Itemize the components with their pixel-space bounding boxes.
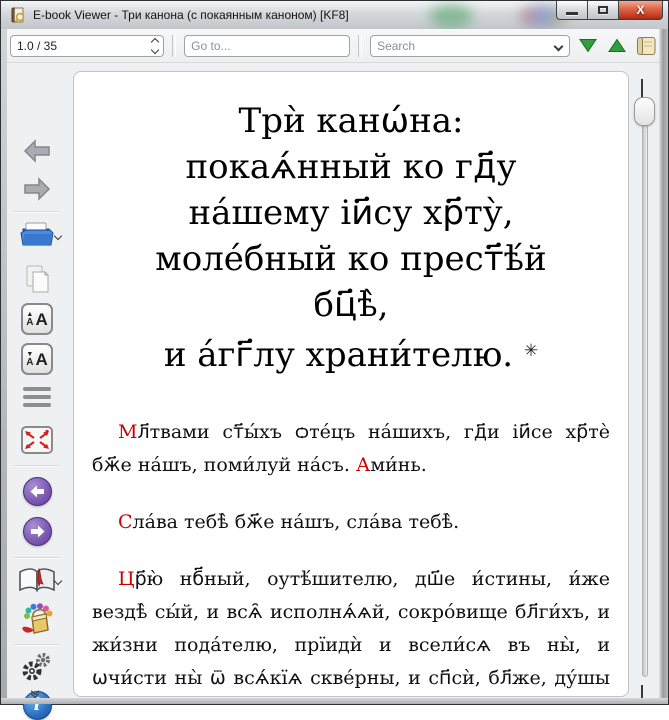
open-ebook-icon xyxy=(19,219,55,251)
chevron-down-icon xyxy=(54,577,62,585)
table-of-contents-button[interactable] xyxy=(2,387,72,407)
paint-bucket-icon xyxy=(19,603,55,637)
chevron-up-icon xyxy=(641,79,643,98)
maximize-icon xyxy=(598,6,608,14)
open-ebook-dropdown[interactable] xyxy=(55,233,61,239)
spin-down-icon xyxy=(151,45,159,53)
previous-page-button[interactable] xyxy=(2,477,72,506)
toc-lines-icon xyxy=(23,387,51,407)
find-next-button[interactable] xyxy=(576,33,599,59)
initial-letter: А xyxy=(356,454,370,476)
aero-glass-reflection xyxy=(429,4,473,28)
book-heading: Трѝ канѡ́на: покаѧ́нный ко гд҃у на́шему … xyxy=(92,98,610,378)
spinner-stepper[interactable] xyxy=(152,39,158,53)
initial-letter: Ц xyxy=(118,568,135,590)
goto-input[interactable] xyxy=(184,35,350,57)
copy-pages-icon xyxy=(21,263,53,295)
find-next-icon xyxy=(579,38,597,53)
goto-field-wrap xyxy=(184,35,350,57)
footnote-star-icon: ✳ xyxy=(524,341,538,361)
heading-line: Трѝ канѡ́на: xyxy=(92,98,610,144)
close-button[interactable]: X xyxy=(619,1,663,20)
page-number-spinner[interactable] xyxy=(10,35,164,57)
previous-page-icon xyxy=(23,477,52,506)
font-larger-icon: ▲AA xyxy=(21,303,53,335)
scroll-up-button[interactable] xyxy=(641,79,643,97)
scroll-icon xyxy=(635,34,659,58)
window-border-bottom xyxy=(1,698,668,704)
heading-line: и а́гг҃лу храни́телю. ✳ xyxy=(92,328,610,378)
copy-button[interactable] xyxy=(2,263,72,295)
maximize-button[interactable] xyxy=(587,1,619,20)
forward-arrow-icon xyxy=(23,177,51,201)
sidebar-separator xyxy=(14,465,60,467)
window-title: E-book Viewer - Три канона (с покаянным … xyxy=(33,8,349,22)
find-previous-button[interactable] xyxy=(606,33,629,59)
spin-up-icon xyxy=(151,37,159,45)
heading-line: покаѧ́нный ко гд҃у xyxy=(92,144,610,190)
bookmark-dropdown[interactable] xyxy=(55,578,61,584)
sidebar-separator xyxy=(14,557,60,559)
app-book-icon xyxy=(9,6,27,24)
forward-button[interactable] xyxy=(2,177,72,201)
sidebar-separator xyxy=(14,211,60,213)
heading-line: на́шему іи҃су хр҃ту̀, xyxy=(92,190,610,236)
window-controls: X xyxy=(556,1,663,20)
gears-icon xyxy=(20,651,54,683)
page-slider-thumb[interactable] xyxy=(634,97,655,126)
back-button[interactable] xyxy=(2,139,72,163)
bookmark-book-icon xyxy=(17,565,57,595)
window-border-left xyxy=(1,29,7,704)
chevron-down-icon xyxy=(54,232,62,240)
preferences-button[interactable] xyxy=(2,651,72,683)
prayer-paragraph: Цр҃ю̀ нб҃ный, оутѣ́шителю, дш҃е и́стины,… xyxy=(92,563,610,697)
top-toolbar xyxy=(2,29,667,63)
window-border-right xyxy=(659,29,668,704)
fullscreen-icon xyxy=(20,425,54,455)
side-toolbar: ▲AA ▼AA xyxy=(2,63,72,697)
next-page-icon xyxy=(23,517,52,546)
initial-letter: М xyxy=(118,421,137,443)
load-theme-button[interactable] xyxy=(2,603,72,637)
minimize-icon xyxy=(566,12,578,15)
search-input[interactable] xyxy=(370,35,570,57)
initial-letter: С xyxy=(118,511,133,533)
back-arrow-icon xyxy=(23,139,51,163)
find-previous-icon xyxy=(608,38,626,53)
font-smaller-icon: ▼AA xyxy=(21,343,53,375)
toc-toggle-button[interactable] xyxy=(635,33,659,59)
heading-line: бц҃ѣ̀, xyxy=(92,282,610,328)
search-combobox[interactable] xyxy=(370,35,570,57)
font-size-smaller-button[interactable]: ▼AA xyxy=(2,343,72,375)
title-bar[interactable]: E-book Viewer - Три канона (с покаянным … xyxy=(1,1,668,30)
page-slider-track[interactable] xyxy=(642,97,648,677)
fullscreen-button[interactable] xyxy=(2,425,72,455)
font-size-larger-button[interactable]: ▲AA xyxy=(2,303,72,335)
prayer-paragraph: Сла́ва тебѣ̀ бж҃е на́шъ, сла́ва тебѣ̀. xyxy=(92,506,610,539)
next-page-button[interactable] xyxy=(2,517,72,546)
prayer-paragraph: Мл҃твами ст҃ы́хъ ѻте́цъ на́шихъ, гд҃и іи… xyxy=(92,416,610,482)
close-icon: X xyxy=(636,4,644,16)
toolbar-separator xyxy=(172,35,176,57)
sidebar-separator xyxy=(14,644,60,646)
ebook-viewer-window: E-book Viewer - Три канона (с покаянным … xyxy=(0,0,669,705)
toolbar-overflow-button[interactable] xyxy=(32,688,38,697)
toolbar-separator xyxy=(358,35,362,57)
book-page: Трѝ канѡ́на: покаѧ́нный ко гд҃у на́шему … xyxy=(73,71,629,697)
minimize-button[interactable] xyxy=(556,1,587,20)
heading-line: моле́бный ко прест҃ѣ́й xyxy=(92,236,610,282)
page-number-input[interactable] xyxy=(10,35,164,57)
